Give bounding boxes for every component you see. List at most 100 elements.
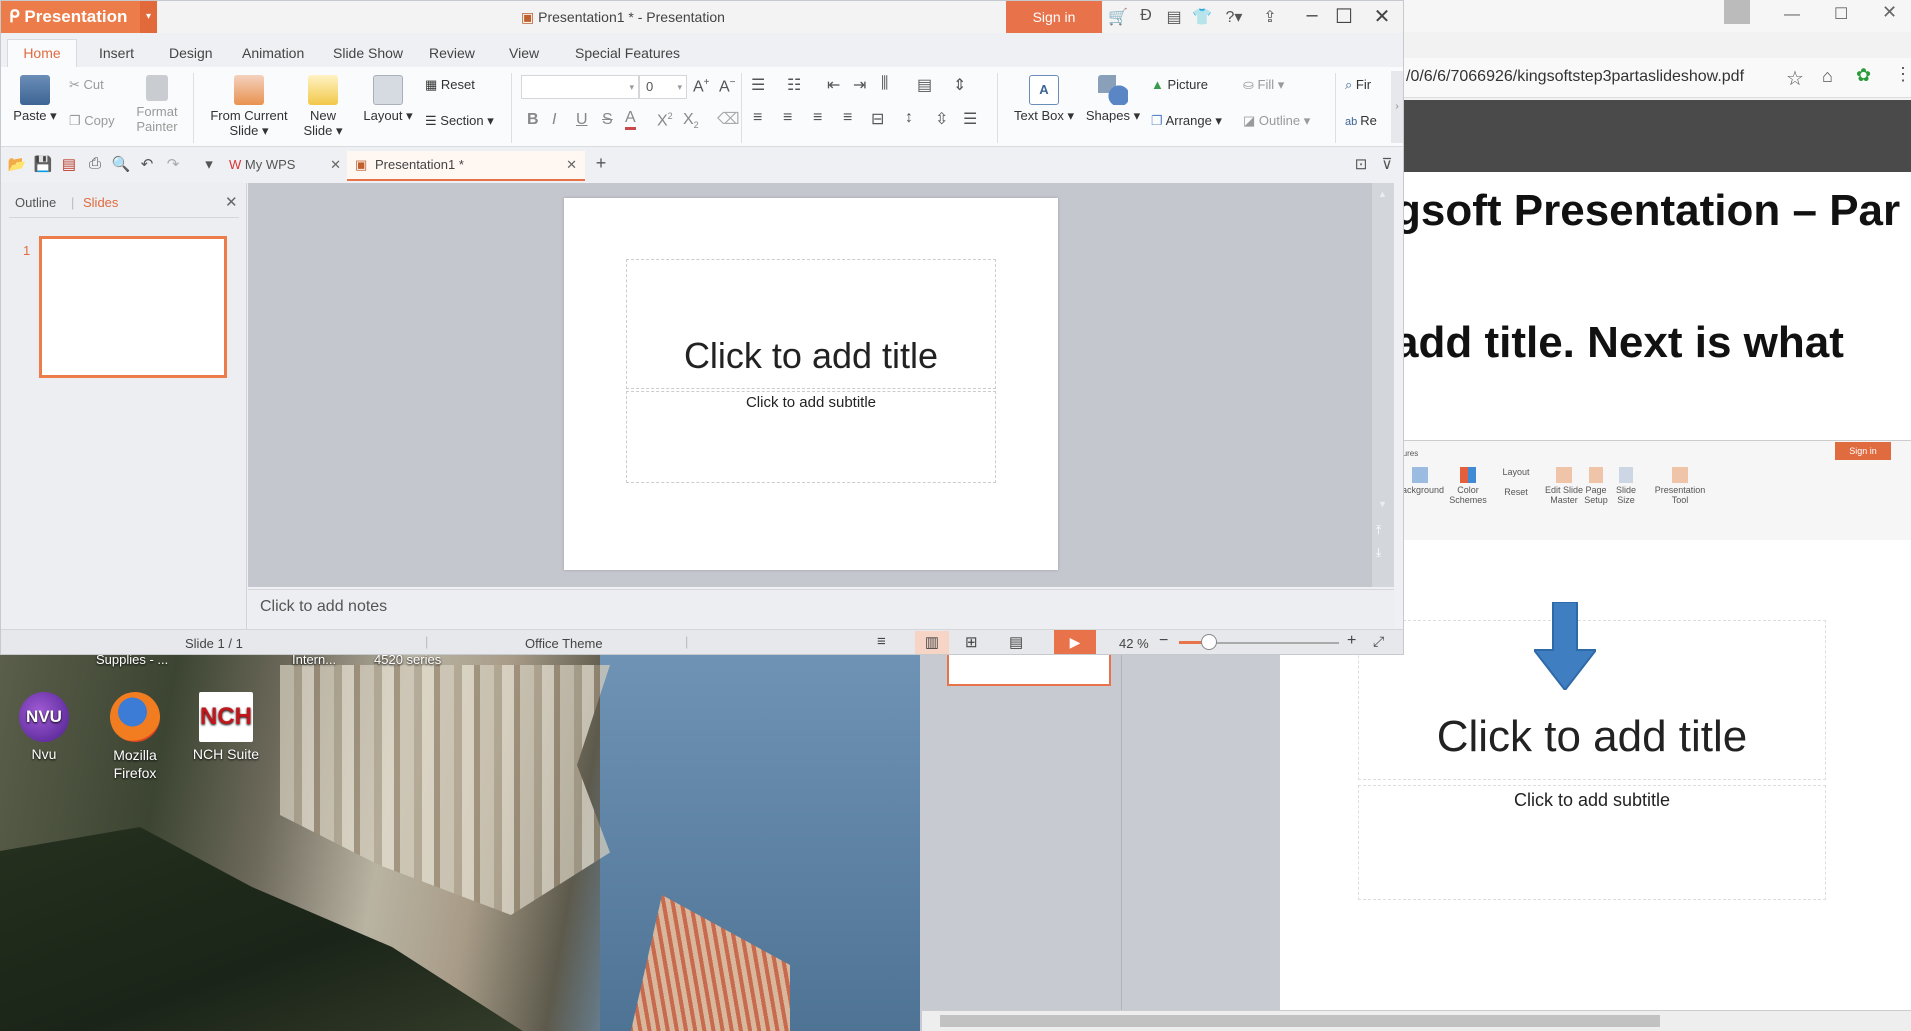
desktop-icon-nvu[interactable]: NVU Nvu bbox=[4, 692, 84, 762]
extension-icon[interactable]: ⌂ bbox=[1822, 66, 1833, 87]
url-text[interactable]: /0/6/6/7066926/kingsoftstep3partaslidesh… bbox=[1406, 68, 1744, 86]
tab-document[interactable]: ▣ Presentation1 * ✕ bbox=[347, 151, 585, 181]
zoom-slider-handle[interactable] bbox=[1201, 634, 1217, 650]
horizontal-scrollbar[interactable] bbox=[922, 1010, 1911, 1031]
print-icon[interactable]: ⎙ bbox=[85, 155, 105, 172]
restore-view-icon[interactable]: ⊡ bbox=[1351, 155, 1371, 173]
italic-icon[interactable]: I bbox=[552, 111, 556, 129]
from-current-slide-button[interactable]: From Current Slide ▾ bbox=[205, 75, 293, 138]
new-slide-button[interactable]: New Slide ▾ bbox=[301, 75, 345, 138]
format-painter-button[interactable]: Format Painter bbox=[131, 75, 183, 134]
collapse-ribbon-icon[interactable]: ⊽ bbox=[1377, 155, 1397, 173]
save-icon[interactable]: 💾 bbox=[33, 155, 53, 173]
notes-field[interactable]: Click to add notes bbox=[248, 589, 1394, 629]
cut-button[interactable]: ✂ Cut bbox=[69, 77, 104, 93]
close-tab-icon[interactable]: ✕ bbox=[566, 151, 577, 179]
app-menu-button[interactable]: ᑭ Presentation bbox=[1, 1, 157, 33]
play-slideshow-button[interactable]: ▶ bbox=[1054, 630, 1096, 654]
slide-subtitle[interactable]: Click to add subtitle bbox=[626, 394, 996, 411]
app-menu-dropdown[interactable]: ▾ bbox=[140, 1, 157, 33]
slide-thumbnail[interactable] bbox=[39, 236, 227, 378]
align-center-icon[interactable]: ≡ bbox=[783, 109, 792, 127]
fill-button[interactable]: ⛀ Fill ▾ bbox=[1243, 77, 1284, 93]
increase-indent-icon[interactable]: ⇥ bbox=[853, 75, 866, 95]
undo-icon[interactable]: ↶ bbox=[137, 155, 157, 173]
sign-in-button[interactable]: Sign in bbox=[1006, 1, 1102, 33]
slide-title[interactable]: Click to add title bbox=[626, 335, 996, 377]
increase-font-icon[interactable]: A+ bbox=[693, 77, 710, 96]
normal-view-icon[interactable]: ▥ bbox=[915, 631, 949, 654]
find-button[interactable]: ⌕ Fir bbox=[1345, 77, 1371, 93]
subscript-icon[interactable]: X2 bbox=[683, 111, 699, 130]
pdf-icon[interactable]: ▤ bbox=[59, 155, 79, 173]
url-bar[interactable]: /0/6/6/7066926/kingsoftstep3partaslidesh… bbox=[1404, 58, 1911, 98]
help-icon[interactable]: ?▾ bbox=[1219, 7, 1249, 27]
paragraph-menu-icon[interactable]: ☰ bbox=[963, 109, 977, 129]
tab-slide-show[interactable]: Slide Show bbox=[333, 45, 403, 61]
tab-slides[interactable]: Slides bbox=[83, 195, 118, 210]
shapes-button[interactable]: Shapes ▾ bbox=[1083, 75, 1143, 124]
open-icon[interactable]: 📂 bbox=[7, 155, 27, 173]
customize-icon[interactable]: ▾ bbox=[199, 155, 219, 173]
menu-icon[interactable]: ⋮ bbox=[1894, 64, 1911, 85]
decrease-indent-icon[interactable]: ⇤ bbox=[827, 75, 840, 95]
close-icon[interactable]: ✕ bbox=[1882, 2, 1897, 23]
picture-button[interactable]: ▲ Picture bbox=[1151, 77, 1208, 92]
decrease-font-icon[interactable]: A− bbox=[719, 77, 736, 96]
font-color-icon[interactable]: A bbox=[625, 109, 636, 130]
arrange-button[interactable]: ❐ Arrange ▾ bbox=[1151, 113, 1222, 129]
font-family-select[interactable]: ▾ bbox=[521, 75, 639, 99]
text-box-button[interactable]: A Text Box ▾ bbox=[1011, 75, 1077, 124]
close-icon[interactable]: ✕ bbox=[1367, 4, 1397, 29]
justify-icon[interactable]: ≡ bbox=[843, 109, 852, 127]
outline-button[interactable]: ◪ Outline ▾ bbox=[1243, 113, 1310, 129]
tab-special-features[interactable]: Special Features bbox=[575, 45, 680, 61]
star-icon[interactable]: ☆ bbox=[1786, 66, 1804, 91]
tab-review[interactable]: Review bbox=[429, 45, 475, 61]
distribute-icon[interactable]: ⊟ bbox=[871, 109, 884, 129]
columns-icon[interactable]: ⫼ bbox=[881, 75, 888, 93]
minimize-icon[interactable]: — bbox=[1784, 6, 1800, 24]
line-spacing-icon[interactable]: ↕ bbox=[905, 109, 913, 127]
align-text-icon[interactable]: ⇕ bbox=[953, 75, 966, 95]
desktop-icon-nch[interactable]: NCH NCH Suite bbox=[186, 692, 266, 762]
maximize-icon[interactable]: ☐ bbox=[1834, 4, 1848, 24]
skin-icon[interactable]: Ð bbox=[1135, 7, 1157, 25]
previous-slide-icon[interactable]: ⤒ bbox=[1376, 523, 1381, 538]
font-size-select[interactable]: 0 ▾ bbox=[639, 75, 687, 99]
strikethrough-icon[interactable]: S bbox=[602, 111, 613, 129]
fit-window-icon[interactable]: ⤢ bbox=[1373, 633, 1384, 650]
extension-green-icon[interactable]: ✿ bbox=[1856, 65, 1871, 86]
tab-my-wps[interactable]: W My WPS ✕ bbox=[229, 151, 347, 179]
notes-toggle-icon[interactable]: ≡ bbox=[877, 633, 886, 650]
tab-view[interactable]: View bbox=[509, 45, 539, 61]
vertical-scrollbar[interactable]: ▲ ▼ ⤒ ⤓ bbox=[1372, 183, 1394, 587]
minimize-icon[interactable]: – bbox=[1297, 4, 1327, 27]
replace-button[interactable]: ab Re bbox=[1345, 113, 1377, 128]
copy-button[interactable]: ❐ Copy bbox=[69, 113, 115, 129]
tab-home[interactable]: Home bbox=[7, 39, 77, 67]
redo-icon[interactable]: ↷ bbox=[163, 155, 183, 173]
desktop-icon-firefox[interactable]: Mozilla Firefox bbox=[95, 692, 175, 782]
new-tab-icon[interactable]: + bbox=[591, 153, 611, 174]
print-preview-icon[interactable]: 🔍 bbox=[111, 155, 131, 173]
zoom-out-icon[interactable]: − bbox=[1159, 632, 1168, 650]
user-icon[interactable] bbox=[1724, 0, 1750, 24]
scrollbar-thumb[interactable] bbox=[940, 1015, 1660, 1027]
superscript-icon[interactable]: X2 bbox=[657, 111, 673, 130]
bullets-icon[interactable]: ☰ bbox=[751, 75, 765, 95]
tab-animation[interactable]: Animation bbox=[242, 45, 304, 61]
upload-icon[interactable]: ⇪ bbox=[1259, 7, 1281, 27]
next-slide-icon[interactable]: ⤓ bbox=[1376, 545, 1381, 560]
reset-button[interactable]: ▦ Reset bbox=[425, 77, 475, 93]
section-button[interactable]: ☰ Section ▾ bbox=[425, 113, 494, 129]
tab-insert[interactable]: Insert bbox=[99, 45, 134, 61]
maximize-icon[interactable]: ☐ bbox=[1329, 4, 1359, 29]
slide-sorter-icon[interactable]: ⊞ bbox=[965, 633, 978, 651]
ribbon-scroll[interactable]: › bbox=[1391, 71, 1403, 143]
close-pane-icon[interactable]: ✕ bbox=[225, 193, 238, 211]
underline-icon[interactable]: U bbox=[576, 111, 588, 129]
clear-format-icon[interactable]: ⌫ bbox=[717, 109, 740, 129]
cart-icon[interactable]: 🛒 bbox=[1107, 7, 1129, 27]
reading-view-icon[interactable]: ▤ bbox=[1009, 633, 1023, 651]
